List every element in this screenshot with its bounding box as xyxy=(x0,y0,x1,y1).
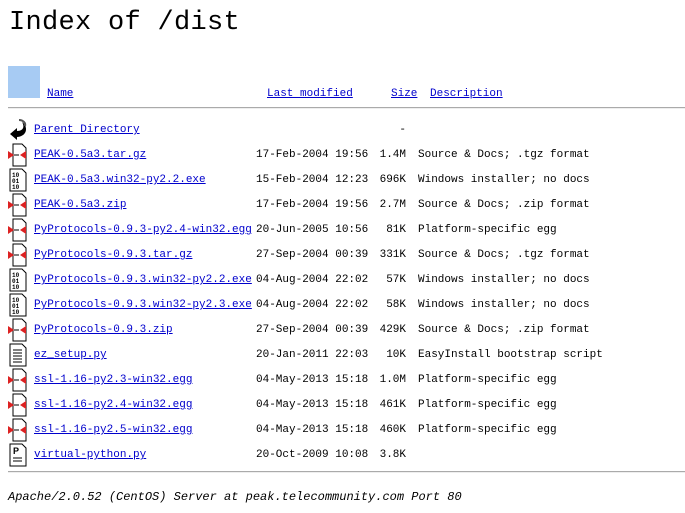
compressed-icon xyxy=(8,318,27,342)
last-modified: 27-Sep-2004 00:39 xyxy=(256,324,369,336)
file-link[interactable]: PyProtocols-0.9.3.win32-py2.3.exe xyxy=(34,299,252,311)
size: 2.7M xyxy=(379,199,406,211)
size: 57K xyxy=(386,274,406,286)
text-icon xyxy=(9,343,27,367)
file-link[interactable]: PEAK-0.5a3.zip xyxy=(34,199,126,211)
svg-text:10: 10 xyxy=(12,284,20,291)
compressed-icon xyxy=(8,243,27,267)
compressed-icon xyxy=(8,418,27,442)
divider xyxy=(8,107,685,109)
last-modified: 04-Aug-2004 22:02 xyxy=(256,274,369,286)
file-row: 10 01 10 PyProtocols-0.9.3.win32-py2.2.exe… xyxy=(0,268,685,293)
file-row: PyProtocols-0.9.3.zip 27-Sep-2004 00:39 … xyxy=(0,318,685,343)
file-link[interactable]: PyProtocols-0.9.3.tar.gz xyxy=(34,249,192,261)
binary-icon: 100110 xyxy=(9,168,27,192)
description: Source & Docs; .zip format xyxy=(418,324,590,336)
size: 429K xyxy=(379,324,406,336)
size: 460K xyxy=(379,424,406,436)
last-modified: 20-Jan-2011 22:03 xyxy=(256,349,369,361)
description: Platform-specific egg xyxy=(418,399,557,411)
file-link[interactable]: PEAK-0.5a3.tar.gz xyxy=(34,149,146,161)
svg-text:10: 10 xyxy=(12,184,20,191)
compressed-icon xyxy=(8,393,27,417)
compressed-icon xyxy=(8,218,27,242)
last-modified: 17-Feb-2004 19:56 xyxy=(256,199,369,211)
description: Windows installer; no docs xyxy=(418,299,590,311)
description: Source & Docs; .tgz format xyxy=(418,149,590,161)
last-modified: 27-Sep-2004 00:39 xyxy=(256,249,369,261)
description: EasyInstall bootstrap script xyxy=(418,349,603,361)
parent-directory-link[interactable]: Parent Directory xyxy=(34,124,140,136)
size: 696K xyxy=(379,174,406,186)
blank-icon xyxy=(8,66,40,98)
size: 3.8K xyxy=(379,449,406,461)
size: 58K xyxy=(386,299,406,311)
last-modified: 04-May-2013 15:18 xyxy=(256,399,369,411)
description: Platform-specific egg xyxy=(418,424,557,436)
file-row: PEAK-0.5a3.zip 17-Feb-2004 19:56 2.7M So… xyxy=(0,193,685,218)
file-row: PEAK-0.5a3.tar.gz 17-Feb-2004 19:56 1.4M… xyxy=(0,143,685,168)
file-link[interactable]: ez_setup.py xyxy=(34,349,107,361)
description: Source & Docs; .tgz format xyxy=(418,249,590,261)
size: 1.4M xyxy=(379,149,406,161)
back-arrow-icon xyxy=(10,119,27,140)
description: Source & Docs; .zip format xyxy=(418,199,590,211)
file-row: 10 01 10 PyProtocols-0.9.3.win32-py2.3.exe… xyxy=(0,293,685,318)
compressed-icon xyxy=(8,193,27,217)
last-modified: 04-Aug-2004 22:02 xyxy=(256,299,369,311)
description: Windows installer; no docs xyxy=(418,174,590,186)
parent-directory-row: Parent Directory - xyxy=(0,118,685,143)
sort-by-description-link[interactable]: Description xyxy=(430,88,503,100)
compressed-icon xyxy=(8,368,27,392)
file-link[interactable]: ssl-1.16-py2.4-win32.egg xyxy=(34,399,192,411)
description: Windows installer; no docs xyxy=(418,274,590,286)
last-modified: 15-Feb-2004 12:23 xyxy=(256,174,369,186)
file-row: P virtual-python.py 20-Oct-2009 10:08 3.… xyxy=(0,443,685,468)
size: 1.0M xyxy=(379,374,406,386)
file-link[interactable]: ssl-1.16-py2.3-win32.egg xyxy=(34,374,192,386)
size: 461K xyxy=(379,399,406,411)
file-link[interactable]: PyProtocols-0.9.3.zip xyxy=(34,324,173,336)
file-row: ssl-1.16-py2.3-win32.egg 04-May-2013 15:… xyxy=(0,368,685,393)
file-row: 10 01 10 PEAK-0.5a3.win32-py2.2.exe 15-Feb… xyxy=(0,168,685,193)
description: Platform-specific egg xyxy=(418,224,557,236)
page-title: Index of /dist xyxy=(9,8,241,38)
sort-by-size-link[interactable]: Size xyxy=(391,88,417,100)
size: 10K xyxy=(386,349,406,361)
size: 331K xyxy=(379,249,406,261)
file-row: ssl-1.16-py2.5-win32.egg 04-May-2013 15:… xyxy=(0,418,685,443)
last-modified: 04-May-2013 15:18 xyxy=(256,374,369,386)
divider xyxy=(8,471,685,473)
size: 81K xyxy=(386,224,406,236)
sort-by-name-link[interactable]: Name xyxy=(47,88,73,100)
file-link[interactable]: virtual-python.py xyxy=(34,449,146,461)
last-modified: 17-Feb-2004 19:56 xyxy=(256,149,369,161)
last-modified: 20-Jun-2005 10:56 xyxy=(256,224,369,236)
python-file-icon: P xyxy=(9,443,27,467)
file-row: ez_setup.py 20-Jan-2011 22:03 10K EasyIn… xyxy=(0,343,685,368)
file-link[interactable]: PyProtocols-0.9.3-py2.4-win32.egg xyxy=(34,224,252,236)
binary-icon: 100110 xyxy=(9,293,27,317)
size: - xyxy=(399,124,406,136)
sort-by-modified-link[interactable]: Last modified xyxy=(267,88,353,100)
last-modified: 20-Oct-2009 10:08 xyxy=(256,449,369,461)
description: Platform-specific egg xyxy=(418,374,557,386)
svg-text:P: P xyxy=(13,446,19,456)
compressed-icon xyxy=(8,143,27,167)
file-link[interactable]: ssl-1.16-py2.5-win32.egg xyxy=(34,424,192,436)
binary-icon: 100110 xyxy=(9,268,27,292)
file-link[interactable]: PEAK-0.5a3.win32-py2.2.exe xyxy=(34,174,206,186)
file-row: PyProtocols-0.9.3-py2.4-win32.egg 20-Jun… xyxy=(0,218,685,243)
last-modified: 04-May-2013 15:18 xyxy=(256,424,369,436)
file-row: PyProtocols-0.9.3.tar.gz 27-Sep-2004 00:… xyxy=(0,243,685,268)
file-row: ssl-1.16-py2.4-win32.egg 04-May-2013 15:… xyxy=(0,393,685,418)
file-link[interactable]: PyProtocols-0.9.3.win32-py2.2.exe xyxy=(34,274,252,286)
svg-text:10: 10 xyxy=(12,309,20,316)
server-signature: Apache/2.0.52 (CentOS) Server at peak.te… xyxy=(8,490,462,504)
